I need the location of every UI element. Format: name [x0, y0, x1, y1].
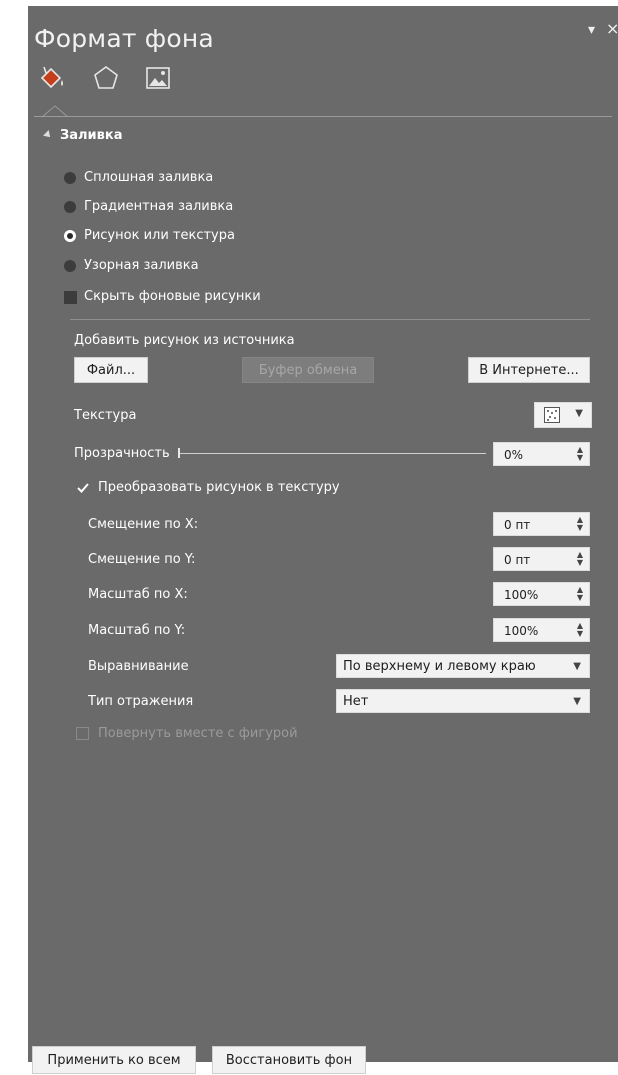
divider — [70, 319, 590, 320]
alignment-label: Выравнивание — [88, 659, 189, 674]
apply-to-all-button[interactable]: Применить ко всем — [32, 1046, 196, 1074]
tab-picture[interactable] — [142, 62, 174, 94]
offset-x-value: 0 пт — [504, 518, 531, 532]
radio-pattern-fill[interactable] — [64, 260, 76, 272]
format-background-pane: Формат фона ▾ × Заливка Сплошная заливка… — [28, 6, 618, 1074]
chevron-down-icon: ▼ — [573, 696, 581, 707]
transparency-stepper[interactable]: 0% ▲ ▼ — [493, 442, 590, 466]
mirror-type-select[interactable]: Нет ▼ — [336, 689, 590, 713]
scale-x-value: 100% — [504, 588, 539, 602]
file-button[interactable]: Файл... — [74, 357, 148, 383]
pane-options-dropdown[interactable]: ▾ — [588, 22, 595, 38]
transparency-label: Прозрачность — [74, 446, 170, 461]
label-picture-texture-fill[interactable]: Рисунок или текстура — [84, 228, 235, 243]
label-tile-picture[interactable]: Преобразовать рисунок в текстуру — [98, 480, 340, 495]
checkbox-tile-picture[interactable] — [76, 480, 89, 493]
label-gradient-fill[interactable]: Градиентная заливка — [84, 199, 233, 214]
reset-background-button[interactable]: Восстановить фон — [212, 1046, 366, 1074]
spin-arrows-icon[interactable]: ▲ ▼ — [577, 551, 583, 567]
spin-arrows-icon[interactable]: ▲ ▼ — [577, 622, 583, 638]
online-button[interactable]: В Интернете... — [468, 357, 590, 383]
tab-fill[interactable] — [36, 62, 68, 94]
spin-arrows-icon[interactable]: ▲ ▼ — [577, 446, 583, 462]
offset-y-value: 0 пт — [504, 553, 531, 567]
mirror-value: Нет — [343, 694, 369, 709]
offset-y-stepper[interactable]: 0 пт ▲ ▼ — [493, 547, 590, 571]
mirror-label: Тип отражения — [88, 694, 194, 709]
radio-solid-fill[interactable] — [64, 172, 76, 184]
scale-y-value: 100% — [504, 624, 539, 638]
scale-x-label: Масштаб по X: — [88, 587, 188, 602]
tab-effects[interactable] — [90, 62, 122, 94]
paint-bucket-icon — [40, 66, 63, 89]
offset-x-stepper[interactable]: 0 пт ▲ ▼ — [493, 512, 590, 536]
spin-arrows-icon[interactable]: ▲ ▼ — [577, 586, 583, 602]
pane-title: Формат фона — [34, 24, 214, 53]
clipboard-button[interactable]: Буфер обмена — [242, 357, 374, 383]
close-button[interactable]: × — [606, 19, 618, 38]
alignment-value: По верхнему и левому краю — [343, 659, 536, 674]
section-fill-header[interactable]: Заливка — [43, 128, 123, 143]
checkbox-rotate-with-shape[interactable] — [76, 727, 89, 740]
scale-y-label: Масштаб по Y: — [88, 623, 186, 638]
scale-y-stepper[interactable]: 100% ▲ ▼ — [493, 618, 590, 642]
tab-divider — [34, 116, 612, 117]
chevron-down-icon: ▼ — [573, 661, 581, 672]
picture-icon — [146, 67, 170, 89]
alignment-select[interactable]: По верхнему и левому краю ▼ — [336, 654, 590, 678]
pentagon-icon — [94, 66, 118, 89]
texture-picker[interactable]: ▼ — [534, 402, 592, 428]
offset-y-label: Смещение по Y: — [88, 552, 196, 567]
texture-label: Текстура — [74, 408, 137, 423]
texture-swatch-icon — [544, 407, 560, 423]
chevron-down-icon: ▼ — [575, 408, 583, 419]
radio-picture-texture-fill[interactable] — [64, 230, 76, 242]
label-pattern-fill[interactable]: Узорная заливка — [84, 258, 199, 273]
label-solid-fill[interactable]: Сплошная заливка — [84, 170, 213, 185]
collapse-triangle-icon — [43, 130, 53, 140]
label-hide-background[interactable]: Скрыть фоновые рисунки — [84, 289, 261, 304]
offset-x-label: Смещение по X: — [88, 517, 199, 532]
spin-arrows-icon[interactable]: ▲ ▼ — [577, 516, 583, 532]
label-rotate-with-shape[interactable]: Повернуть вместе с фигурой — [98, 726, 298, 741]
radio-gradient-fill[interactable] — [64, 201, 76, 213]
checkbox-hide-background[interactable] — [64, 291, 77, 304]
scale-x-stepper[interactable]: 100% ▲ ▼ — [493, 582, 590, 606]
section-fill-label: Заливка — [60, 128, 123, 143]
checkmark-icon — [77, 483, 89, 493]
transparency-value: 0% — [504, 448, 524, 462]
transparency-slider[interactable] — [180, 453, 486, 454]
insert-from-label: Добавить рисунок из источника — [74, 333, 295, 348]
